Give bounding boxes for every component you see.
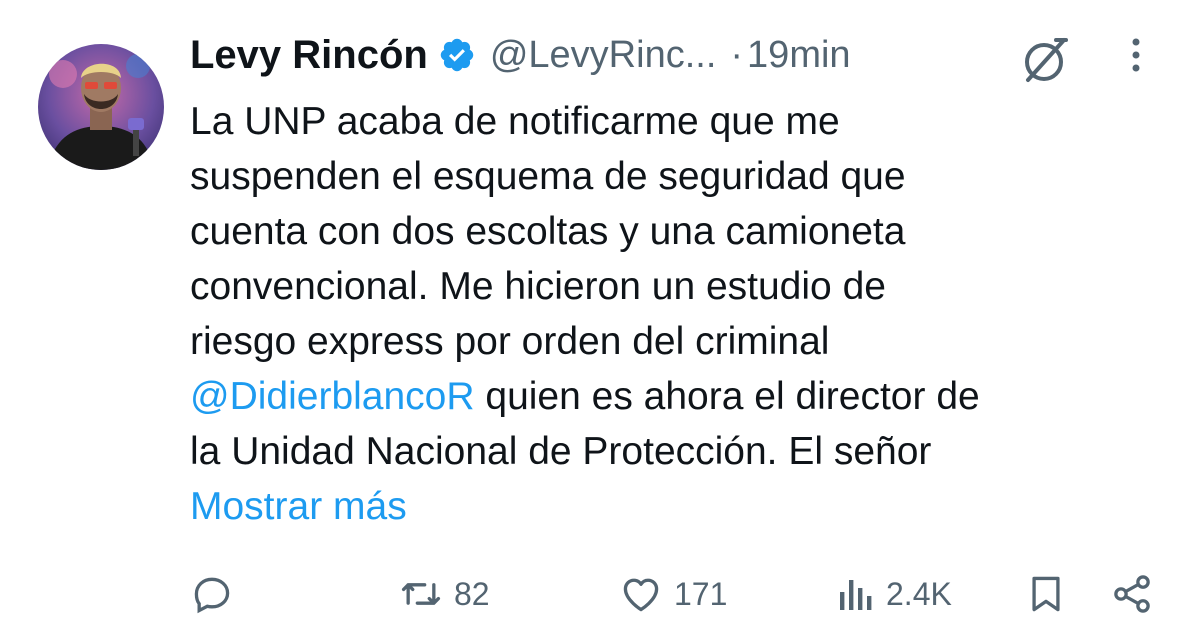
- grok-icon[interactable]: [1016, 32, 1072, 88]
- tweet-text-line: la Unidad Nacional de Protección. El señ…: [190, 430, 932, 473]
- separator-dot: ·: [730, 33, 744, 76]
- views-count: 2.4K: [886, 575, 952, 612]
- heart-icon: [618, 572, 664, 616]
- retweet-icon: [398, 572, 444, 616]
- tweet-header: Levy Rincón @LevyRinc... · 19min: [190, 30, 851, 80]
- tweet-text-line: riesgo express por orden del criminal: [190, 320, 830, 363]
- retweet-button[interactable]: 82: [398, 566, 490, 622]
- views-icon: [836, 572, 876, 616]
- tweet-text-line: suspenden el esquema de seguridad que: [190, 155, 906, 198]
- mention-link[interactable]: @DidierblancoR: [190, 375, 475, 418]
- bookmark-button[interactable]: [1024, 566, 1068, 622]
- action-bar: 82 171 2.4K: [0, 566, 1200, 622]
- tweet-text-line: cuenta con dos escoltas y una camioneta: [190, 210, 906, 253]
- share-button[interactable]: [1110, 566, 1154, 622]
- share-icon: [1110, 572, 1154, 616]
- retweet-count: 82: [454, 575, 490, 612]
- tweet-text-line: @DidierblancoR quien es ahora el directo…: [190, 369, 1180, 424]
- author-handle[interactable]: @LevyRinc...: [490, 34, 717, 77]
- bookmark-icon: [1024, 572, 1068, 616]
- reply-button[interactable]: [190, 566, 244, 622]
- verified-badge-icon[interactable]: [438, 36, 476, 74]
- tweet-timestamp[interactable]: 19min: [747, 34, 851, 77]
- show-more-link[interactable]: Mostrar más: [190, 479, 1180, 534]
- like-count: 171: [674, 575, 728, 612]
- tweet-text: La UNP acaba de notificarme que me suspe…: [190, 94, 1180, 534]
- reply-icon: [190, 572, 234, 616]
- like-button[interactable]: 171: [618, 566, 727, 622]
- tweet-text-line: convencional. Me hicieron un estudio de: [190, 265, 886, 308]
- tweet-text-fragment: quien es ahora el director de: [474, 375, 980, 418]
- more-vertical-icon[interactable]: [1124, 34, 1148, 78]
- author-name[interactable]: Levy Rincón: [190, 33, 428, 78]
- avatar[interactable]: [38, 44, 164, 170]
- tweet-text-line: La UNP acaba de notificarme que me: [190, 100, 840, 143]
- views-button[interactable]: 2.4K: [836, 566, 952, 622]
